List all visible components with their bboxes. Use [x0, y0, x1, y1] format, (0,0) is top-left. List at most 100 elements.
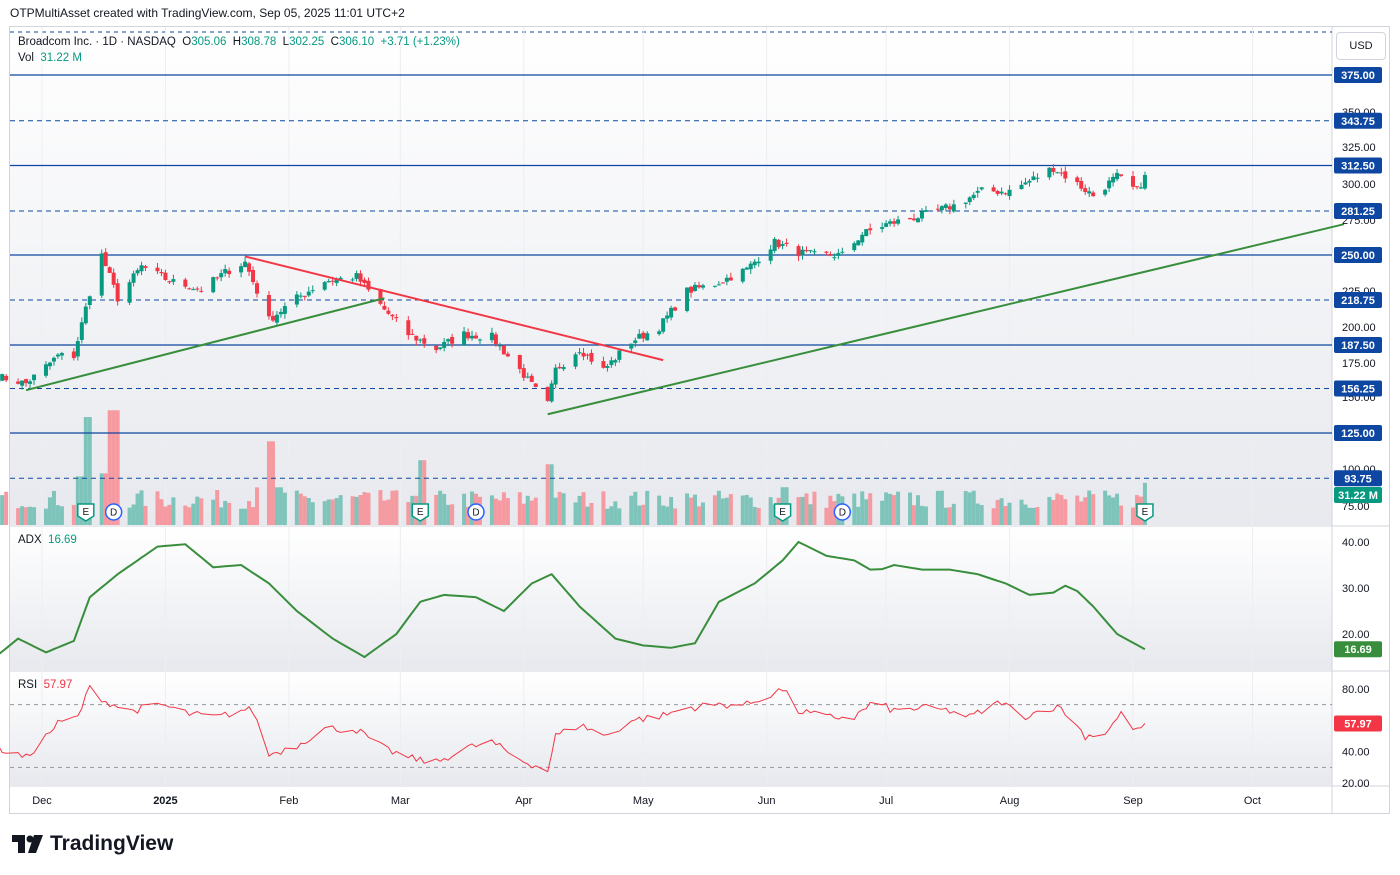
- candle-body: [1027, 180, 1032, 183]
- adx-label: ADX: [18, 534, 42, 546]
- volume-bar: [812, 491, 817, 525]
- volume-bar: [302, 496, 307, 525]
- candle-body: [107, 267, 112, 273]
- candle-body: [414, 335, 419, 341]
- currency-button[interactable]: USD: [1336, 32, 1386, 60]
- candle-body: [55, 354, 60, 357]
- volume-bar: [274, 487, 279, 525]
- candle-body: [629, 343, 634, 349]
- volume-bar: [1083, 497, 1088, 525]
- candle-body: [243, 261, 248, 268]
- level-value-tag-text: 343.75: [1341, 116, 1375, 128]
- candle-body: [545, 386, 550, 401]
- candle-body: [768, 249, 773, 261]
- volume-bar: [533, 497, 538, 525]
- candle-body: [477, 339, 482, 341]
- rsi-tick-label: 40.00: [1342, 747, 1370, 759]
- volume-bar: [239, 508, 244, 525]
- candle-body: [856, 240, 861, 246]
- time-tick-label: Jul: [879, 795, 893, 807]
- volume-bar: [999, 498, 1004, 525]
- candle-body: [939, 206, 944, 211]
- symbol-name: Broadcom Inc. · 1D · NASDAQ: [18, 36, 176, 48]
- candle-body: [386, 310, 391, 314]
- volume-bar: [864, 499, 869, 525]
- volume-bar: [489, 495, 494, 525]
- rsi-legend: RSI 57.97: [18, 679, 72, 691]
- candle-body: [24, 379, 29, 384]
- candle-body: [609, 360, 614, 365]
- volume-bar: [935, 490, 940, 525]
- candle-body: [131, 273, 136, 283]
- candle-body: [975, 190, 980, 193]
- high-label: H: [232, 36, 242, 48]
- volume-bar: [278, 487, 283, 525]
- candle-body: [111, 272, 116, 285]
- rsi-value-tag-text: 57.97: [1344, 719, 1372, 731]
- candle-body: [382, 305, 387, 310]
- candle-body: [689, 286, 694, 293]
- candle-body: [673, 307, 678, 311]
- volume-bar: [28, 506, 33, 525]
- volume-bar: [828, 495, 833, 525]
- change-value: +3.71 (+1.23%): [380, 36, 460, 48]
- candle-body: [1023, 182, 1028, 185]
- time-tick-label: Oct: [1244, 795, 1261, 807]
- volume-bar: [673, 508, 678, 525]
- level-value-tag-text: 187.50: [1341, 340, 1375, 352]
- rsi-tick-label: 20.00: [1342, 778, 1370, 790]
- symbol-legend: Broadcom Inc. · 1D · NASDAQ O305.06 H308…: [18, 36, 460, 48]
- volume-bar: [59, 506, 64, 525]
- volume-bar: [497, 500, 502, 525]
- candle-body: [1107, 180, 1112, 189]
- volume-bar: [657, 495, 662, 525]
- volume-bar: [856, 506, 861, 525]
- volume-bar: [804, 493, 809, 525]
- volume-bar: [633, 491, 638, 525]
- candle-body: [302, 295, 307, 297]
- candle-body: [0, 374, 5, 381]
- candle-body: [589, 352, 594, 362]
- volume-bar: [270, 441, 275, 525]
- candle-body: [211, 277, 216, 293]
- candle-body: [1047, 167, 1052, 178]
- candle-body: [1007, 189, 1012, 197]
- volume-bar: [756, 507, 761, 525]
- candle-body: [549, 383, 554, 402]
- volume-bar: [266, 441, 271, 525]
- volume-bar: [919, 505, 924, 525]
- volume-bar: [99, 473, 104, 525]
- candle-body: [16, 381, 21, 384]
- volume-bar: [796, 497, 801, 525]
- volume-bar: [808, 504, 813, 525]
- candle-body: [776, 239, 781, 248]
- candle-body: [637, 333, 642, 339]
- candle-body: [450, 337, 455, 344]
- volume-bar: [601, 491, 606, 525]
- volume-bar: [171, 497, 176, 525]
- volume-bar: [637, 505, 642, 525]
- chart-canvas[interactable]: EDEDEDE 75.00100.00150.00175.00200.00225…: [0, 0, 1400, 875]
- candle-body: [1103, 189, 1108, 195]
- price-tick-label: 300.00: [1342, 179, 1376, 191]
- candle-body: [947, 206, 952, 210]
- candle-body: [410, 333, 415, 335]
- candle-body: [1115, 172, 1120, 180]
- close-value: 306.10: [338, 36, 375, 48]
- candle-body: [864, 229, 869, 237]
- candle-body: [896, 219, 901, 224]
- candle-body: [127, 282, 132, 303]
- candle-body: [223, 269, 228, 274]
- volume-bar: [47, 497, 52, 525]
- tradingview-logo: TradingView: [12, 832, 173, 856]
- candle-body: [1019, 184, 1024, 190]
- volume-bar: [724, 497, 729, 525]
- volume-bar: [641, 504, 646, 525]
- volume-bar: [752, 506, 757, 525]
- volume-bar: [943, 507, 948, 525]
- time-tick-label: Feb: [279, 795, 298, 807]
- candle-body: [1075, 177, 1080, 183]
- candle-body: [832, 257, 837, 259]
- earnings-marker-label: E: [82, 507, 89, 518]
- volume-bar: [326, 499, 331, 525]
